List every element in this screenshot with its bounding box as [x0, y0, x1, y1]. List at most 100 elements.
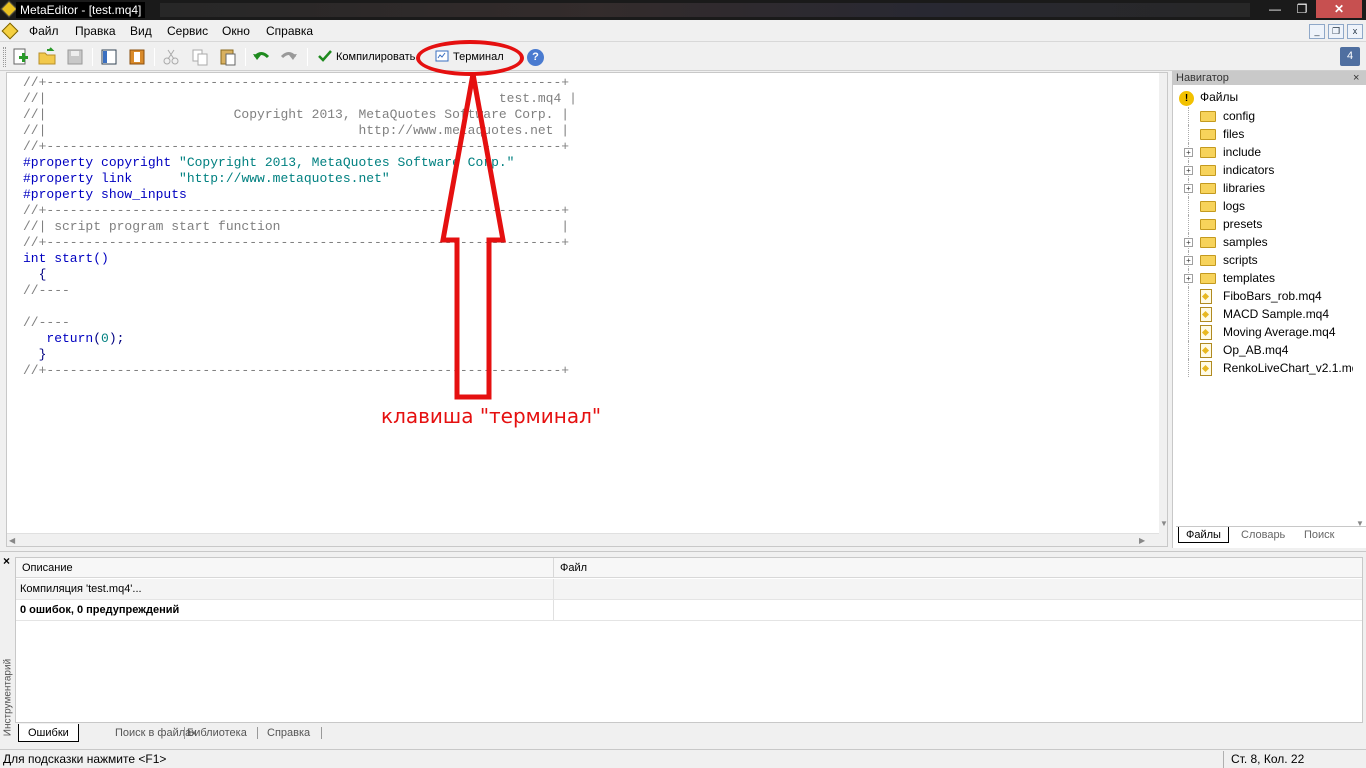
code-token: ); — [108, 331, 125, 346]
code-editor[interactable]: //+-------------------------------------… — [6, 72, 1168, 547]
navigator-item[interactable]: + templates — [1173, 269, 1366, 287]
navigator-item[interactable]: logs — [1173, 197, 1366, 215]
tab-dictionary[interactable]: Словарь — [1234, 527, 1292, 543]
mdi-restore-button[interactable]: ❐ — [1328, 24, 1344, 39]
folder-icon — [1200, 273, 1216, 284]
new-file-icon[interactable] — [10, 47, 30, 67]
tree-line — [1188, 287, 1189, 305]
navigator-root[interactable]: ! Файлы — [1179, 89, 1238, 106]
undo-icon[interactable] — [251, 47, 271, 67]
navigator-close-icon[interactable]: × — [1353, 71, 1359, 85]
paste-icon[interactable] — [218, 47, 238, 67]
navigator-item-label: MACD Sample.mq4 — [1223, 307, 1330, 321]
navigator-tabs: Файлы Словарь Поиск — [1176, 526, 1366, 544]
expand-icon[interactable]: + — [1184, 238, 1193, 247]
navigator-item[interactable]: FiboBars_rob.mq4 — [1173, 287, 1366, 305]
cut-icon[interactable] — [161, 47, 181, 67]
table-row[interactable]: 0 ошибок, 0 предупреждений — [16, 600, 1362, 621]
code-token: } — [23, 347, 47, 362]
expand-icon[interactable]: + — [1184, 256, 1193, 265]
row-file — [554, 600, 1362, 620]
toolbox-close-icon[interactable]: × — [3, 554, 10, 568]
scroll-left-arrow-icon[interactable]: ◀ — [9, 536, 15, 545]
navigator-item[interactable]: + include — [1173, 143, 1366, 161]
expand-icon[interactable]: + — [1184, 166, 1193, 175]
navigator-item-label: logs — [1223, 199, 1246, 213]
checkmark-icon — [318, 50, 332, 62]
row-description: Компиляция 'test.mq4'... — [16, 579, 554, 599]
expand-icon[interactable]: + — [1184, 148, 1193, 157]
expand-icon[interactable]: + — [1184, 274, 1193, 283]
navigator-item[interactable]: Op_AB.mq4 — [1173, 341, 1366, 359]
tab-help[interactable]: Справка — [258, 724, 319, 742]
toolbar-grip[interactable] — [3, 47, 6, 67]
warning-icon: ! — [1179, 91, 1194, 106]
tree-line — [1188, 359, 1189, 377]
toolbox-sidebar: × Инструментарий — [0, 552, 15, 746]
document-icon[interactable] — [1, 22, 19, 40]
mq4-file-icon — [1200, 307, 1212, 322]
tree-line — [1188, 197, 1189, 215]
tab-errors[interactable]: Ошибки — [18, 724, 79, 742]
scroll-down-arrow-icon[interactable]: ▼ — [1160, 519, 1167, 528]
table-header: Описание Файл — [16, 558, 1362, 578]
menu-edit[interactable]: Правка — [75, 24, 116, 39]
navigator-item-label: presets — [1223, 217, 1263, 231]
navigator-item-label: config — [1223, 109, 1256, 123]
navigator-toggle-icon[interactable] — [99, 47, 119, 67]
navigator-scrollbar[interactable]: ▼ — [1353, 85, 1366, 533]
toolbox-side-label: Инструментарий — [2, 658, 14, 737]
expand-icon[interactable]: + — [1184, 184, 1193, 193]
background-taskbar-strip — [160, 3, 1250, 17]
minimize-button[interactable]: — — [1262, 0, 1288, 18]
open-folder-icon[interactable] — [37, 47, 57, 67]
scroll-right-arrow-icon[interactable]: ▶ — [1139, 536, 1145, 545]
navigator-item-label: templates — [1223, 271, 1276, 285]
tab-library[interactable]: Библиотека — [178, 724, 256, 742]
toolbox-toggle-icon[interactable] — [127, 47, 147, 67]
column-description[interactable]: Описание — [16, 558, 554, 578]
menu-file[interactable]: Файл — [29, 24, 59, 39]
tree-line — [1188, 215, 1189, 233]
copy-icon[interactable] — [190, 47, 210, 67]
compile-button[interactable]: Компилировать — [318, 48, 415, 67]
close-button[interactable]: ✕ — [1316, 0, 1362, 18]
toolbox-panel: × Инструментарий Описание Файл Компиляци… — [0, 551, 1366, 746]
tab-files[interactable]: Файлы — [1178, 527, 1229, 543]
menu-service[interactable]: Сервис — [167, 24, 208, 39]
redo-icon[interactable] — [279, 47, 299, 67]
notification-icon[interactable]: 4 — [1340, 47, 1360, 66]
navigator-item[interactable]: files — [1173, 125, 1366, 143]
navigator-item[interactable]: RenkoLiveChart_v2.1.mq4 — [1173, 359, 1366, 377]
navigator-item[interactable]: MACD Sample.mq4 — [1173, 305, 1366, 323]
navigator-item[interactable]: Moving Average.mq4 — [1173, 323, 1366, 341]
table-row[interactable]: Компиляция 'test.mq4'... — [16, 579, 1362, 600]
navigator-item[interactable]: + samples — [1173, 233, 1366, 251]
save-icon[interactable] — [65, 47, 85, 67]
mdi-close-button[interactable]: x — [1347, 24, 1363, 39]
code-token: "http://www.metaquotes.net" — [179, 171, 390, 186]
tree-line — [1188, 323, 1189, 341]
navigator-item[interactable]: config — [1173, 107, 1366, 125]
editor-vertical-scrollbar[interactable]: ▼ — [1159, 73, 1167, 546]
navigator-item[interactable]: + libraries — [1173, 179, 1366, 197]
navigator-item[interactable]: + scripts — [1173, 251, 1366, 269]
navigator-tree: config files + include + indicators + libraries… — [1173, 107, 1366, 377]
menu-view[interactable]: Вид — [130, 24, 152, 39]
folder-icon — [1200, 147, 1216, 158]
navigator-item[interactable]: presets — [1173, 215, 1366, 233]
navigator-item[interactable]: + indicators — [1173, 161, 1366, 179]
maximize-button[interactable]: ❐ — [1289, 0, 1315, 18]
mdi-minimize-button[interactable]: _ — [1309, 24, 1325, 39]
toolbar-separator — [307, 48, 308, 66]
column-file[interactable]: Файл — [554, 558, 1362, 578]
editor-horizontal-scrollbar[interactable]: ◀ ▶ — [7, 533, 1159, 546]
status-separator — [1223, 751, 1224, 768]
compile-label: Компилировать — [336, 51, 416, 63]
navigator-item-label: RenkoLiveChart_v2.1.mq4 — [1223, 361, 1366, 375]
title-bar: MetaEditor - [test.mq4] — ❐ ✕ — [0, 0, 1366, 20]
tab-search[interactable]: Поиск — [1297, 527, 1341, 543]
menu-window[interactable]: Окно — [222, 24, 250, 39]
help-icon[interactable]: ? — [527, 49, 544, 66]
menu-help[interactable]: Справка — [266, 24, 313, 39]
